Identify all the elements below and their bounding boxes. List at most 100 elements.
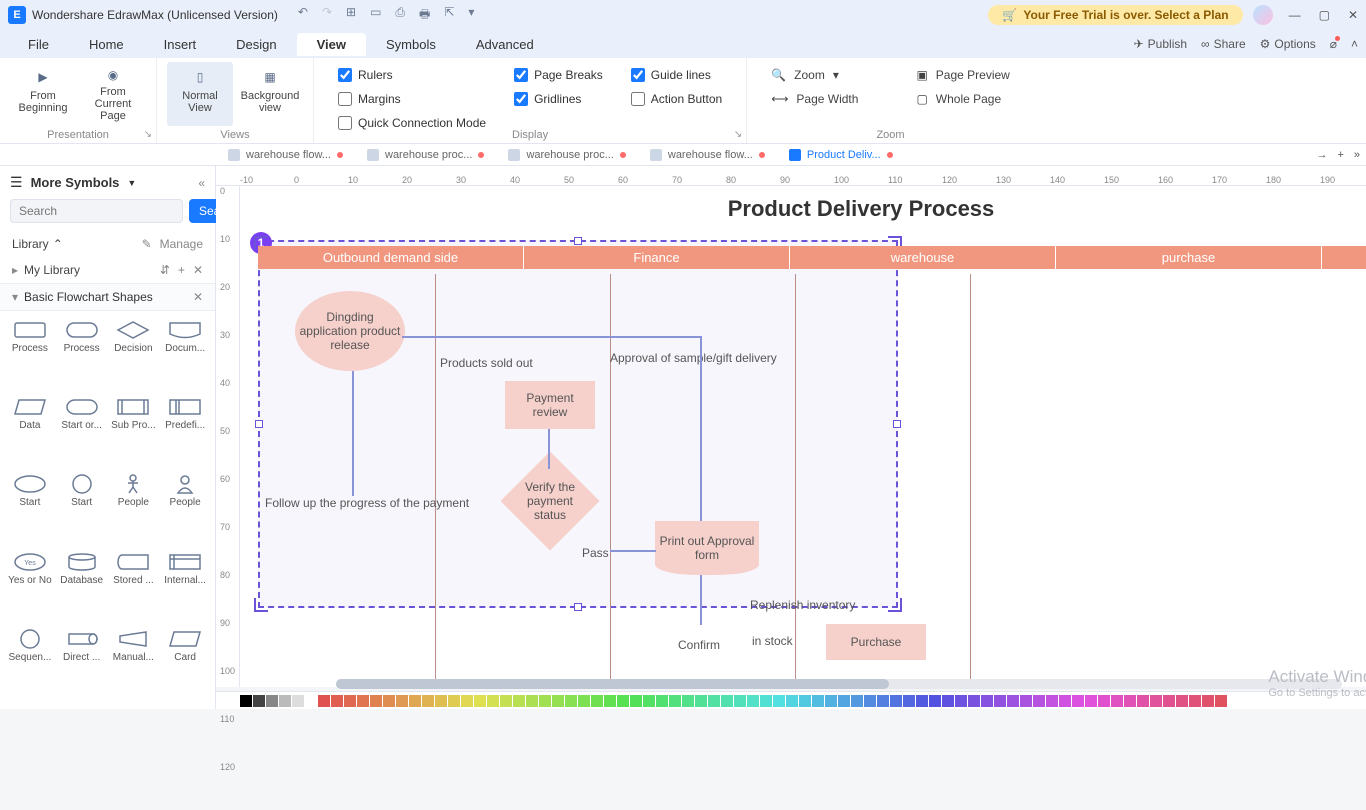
collapse-panel-icon[interactable]: « <box>198 176 205 190</box>
color-swatch[interactable] <box>773 695 785 707</box>
color-swatch[interactable] <box>487 695 499 707</box>
color-swatch[interactable] <box>981 695 993 707</box>
menu-advanced[interactable]: Advanced <box>456 33 554 56</box>
close-icon[interactable]: ✕ <box>1348 8 1358 22</box>
color-swatch[interactable] <box>955 695 967 707</box>
publish-button[interactable]: ✈ Publish <box>1134 37 1187 51</box>
menu-insert[interactable]: Insert <box>144 33 217 56</box>
shape-item[interactable]: Predefi... <box>161 396 209 469</box>
color-swatch[interactable] <box>1163 695 1175 707</box>
doc-tab-active[interactable]: Product Deliv... <box>777 149 905 161</box>
shape-item[interactable]: People <box>161 473 209 546</box>
color-swatch[interactable] <box>825 695 837 707</box>
options-button[interactable]: ⚙ Options <box>1260 37 1316 51</box>
shape-item[interactable]: Start <box>58 473 106 546</box>
color-swatch[interactable] <box>461 695 473 707</box>
color-swatch[interactable] <box>500 695 512 707</box>
color-swatch[interactable] <box>630 695 642 707</box>
color-swatch[interactable] <box>1020 695 1032 707</box>
shape-item[interactable]: Data <box>6 396 54 469</box>
zoom-button[interactable]: 🔍Zoom▾ <box>771 68 858 82</box>
canvas[interactable]: Product Delivery Process 1 Outbound dema… <box>240 186 1366 687</box>
color-swatch[interactable] <box>851 695 863 707</box>
shape-item[interactable]: Stored ... <box>110 551 158 624</box>
shape-item[interactable]: Start <box>6 473 54 546</box>
normal-view-button[interactable]: ▯Normal View <box>167 62 233 126</box>
color-swatch[interactable] <box>344 695 356 707</box>
color-swatch[interactable] <box>1007 695 1019 707</box>
background-view-button[interactable]: ▦Background view <box>237 62 303 126</box>
node-dingding[interactable]: Dingding application product release <box>295 291 405 371</box>
color-swatch[interactable] <box>890 695 902 707</box>
share-button[interactable]: ∞ Share <box>1201 37 1246 51</box>
color-swatch[interactable] <box>1124 695 1136 707</box>
menu-design[interactable]: Design <box>216 33 296 56</box>
color-swatch[interactable] <box>513 695 525 707</box>
action-button-checkbox[interactable]: Action Button <box>631 92 722 106</box>
color-swatch[interactable] <box>942 695 954 707</box>
tab-next-icon[interactable]: → <box>1316 149 1327 161</box>
color-swatch[interactable] <box>578 695 590 707</box>
minimize-icon[interactable]: — <box>1289 8 1301 22</box>
shape-item[interactable]: Manual... <box>110 628 158 701</box>
node-payment-review[interactable]: Payment review <box>505 381 595 429</box>
color-swatch[interactable] <box>1046 695 1058 707</box>
tab-add-icon[interactable]: + <box>1337 149 1343 161</box>
color-swatch[interactable] <box>240 695 252 707</box>
doc-tab[interactable]: warehouse flow... <box>638 149 777 161</box>
color-swatch[interactable] <box>396 695 408 707</box>
color-swatch[interactable] <box>422 695 434 707</box>
node-print-approval[interactable]: Print out Approval form <box>655 521 759 575</box>
share-icon[interactable]: ⇵ <box>160 263 170 277</box>
color-swatch[interactable] <box>474 695 486 707</box>
margins-checkbox[interactable]: Margins <box>338 92 486 106</box>
color-swatch[interactable] <box>1085 695 1097 707</box>
section-header[interactable]: ▾Basic Flowchart Shapes ✕ <box>0 283 215 311</box>
page-width-button[interactable]: ⟷Page Width <box>771 92 858 106</box>
save-icon[interactable]: ⎙ <box>395 5 405 26</box>
shape-item[interactable]: Process <box>6 319 54 392</box>
lane-header[interactable]: quality <box>1322 246 1366 269</box>
lane-header[interactable]: Finance <box>524 246 790 269</box>
doc-tab[interactable]: warehouse proc... <box>355 149 496 161</box>
library-row[interactable]: Library⌃ ✎Manage <box>0 231 215 257</box>
color-swatch[interactable] <box>838 695 850 707</box>
color-swatch[interactable] <box>591 695 603 707</box>
shape-item[interactable]: Sub Pro... <box>110 396 158 469</box>
color-swatch[interactable] <box>266 695 278 707</box>
color-swatch[interactable] <box>812 695 824 707</box>
node-purchase[interactable]: Purchase <box>826 624 926 660</box>
color-swatch[interactable] <box>760 695 772 707</box>
shape-item[interactable]: Card <box>161 628 209 701</box>
color-swatch[interactable] <box>1137 695 1149 707</box>
color-swatch[interactable] <box>1189 695 1201 707</box>
color-swatch[interactable] <box>604 695 616 707</box>
notification-icon[interactable]: ⌀ <box>1330 37 1337 51</box>
trial-banner[interactable]: 🛒 Your Free Trial is over. Select a Plan <box>988 5 1242 25</box>
dropdown-icon[interactable]: ▾ <box>468 5 474 26</box>
shape-item[interactable]: Database <box>58 551 106 624</box>
color-swatch[interactable] <box>526 695 538 707</box>
color-swatch[interactable] <box>786 695 798 707</box>
color-swatch[interactable] <box>565 695 577 707</box>
menu-view[interactable]: View <box>297 33 366 56</box>
gridlines-checkbox[interactable]: Gridlines <box>514 92 603 106</box>
color-swatch[interactable] <box>331 695 343 707</box>
color-swatch[interactable] <box>708 695 720 707</box>
guide-lines-checkbox[interactable]: Guide lines <box>631 68 722 82</box>
new-icon[interactable]: ⊞ <box>346 5 356 26</box>
color-swatch[interactable] <box>1072 695 1084 707</box>
open-icon[interactable]: ▭ <box>370 5 381 26</box>
color-swatch[interactable] <box>253 695 265 707</box>
export-icon[interactable]: ⇱ <box>444 5 454 26</box>
color-swatch[interactable] <box>929 695 941 707</box>
color-swatch[interactable] <box>877 695 889 707</box>
color-swatch[interactable] <box>1111 695 1123 707</box>
color-swatch[interactable] <box>968 695 980 707</box>
color-swatch[interactable] <box>357 695 369 707</box>
horizontal-scrollbar[interactable] <box>336 679 1342 689</box>
color-swatch[interactable] <box>994 695 1006 707</box>
color-swatch[interactable] <box>669 695 681 707</box>
edit-icon[interactable]: ✎ <box>142 237 152 251</box>
maximize-icon[interactable]: ▢ <box>1319 8 1330 22</box>
